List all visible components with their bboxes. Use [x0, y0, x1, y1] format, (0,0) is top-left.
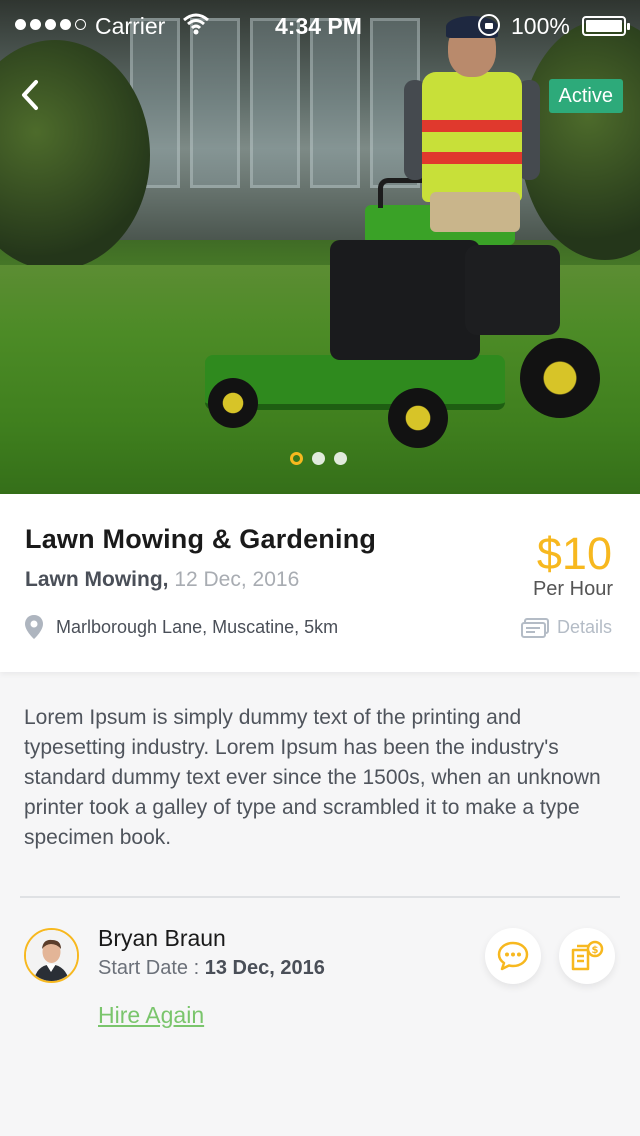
job-title: Lawn Mowing & Gardening [25, 524, 377, 554]
details-label: Details [556, 617, 612, 637]
battery-icon [582, 16, 630, 36]
rotation-lock-icon [478, 14, 500, 36]
back-chevron-icon[interactable] [14, 78, 48, 112]
provider-name: Bryan Braun [98, 925, 226, 951]
payment-button[interactable]: $ [559, 928, 615, 984]
mower-engine [330, 240, 480, 360]
wifi-icon [183, 13, 209, 35]
chat-button[interactable] [485, 928, 541, 984]
user-photo-icon [26, 930, 77, 981]
job-subtitle: Lawn Mowing, 12 Dec, 2016 [25, 568, 299, 592]
avatar[interactable] [24, 928, 79, 983]
status-bar: Carrier 4:34 PM 100% [0, 0, 640, 52]
mower-wheel [208, 378, 258, 428]
invoice-dollar-icon: $ [571, 940, 604, 971]
signal-strength-icon [15, 19, 86, 30]
start-date-value: 13 Dec, 2016 [204, 957, 325, 979]
job-category: Lawn Mowing, [25, 568, 169, 591]
start-date-label: Start Date : [98, 957, 200, 979]
job-summary-card: Lawn Mowing & Gardening Lawn Mowing, 12 … [0, 494, 640, 672]
job-price: $10 [536, 528, 612, 579]
carrier-name: Carrier [95, 13, 166, 39]
hire-again-link[interactable]: Hire Again [98, 1002, 204, 1029]
mower-wheel [520, 338, 600, 418]
carousel-dot-2[interactable] [312, 452, 325, 465]
job-date: 12 Dec, 2016 [174, 568, 300, 591]
hero-image: Carrier 4:34 PM 100% Active [0, 0, 640, 494]
mower-tank [465, 245, 560, 335]
chat-bubble-icon [497, 941, 529, 971]
job-description: Lorem Ipsum is simply dummy text of the … [24, 706, 601, 849]
battery-percent: 100% [511, 13, 570, 39]
job-location: Marlborough Lane, Muscatine, 5km [24, 614, 338, 640]
carousel-indicator[interactable] [290, 452, 347, 465]
svg-text:$: $ [592, 945, 599, 956]
divider [20, 896, 620, 898]
carousel-dot-1[interactable] [290, 452, 303, 465]
ticket-icon [520, 617, 549, 638]
carousel-dot-3[interactable] [334, 452, 347, 465]
location-pin-icon [25, 615, 43, 639]
start-date-line: Start Date : 13 Dec, 2016 [98, 957, 325, 980]
clock: 4:34 PM [275, 13, 362, 39]
status-badge: Active [548, 79, 623, 113]
details-link[interactable]: Details [520, 617, 612, 638]
price-unit: Per Hour [532, 578, 613, 600]
mower-wheel [388, 388, 448, 448]
location-text: Marlborough Lane, Muscatine, 5km [56, 616, 339, 637]
